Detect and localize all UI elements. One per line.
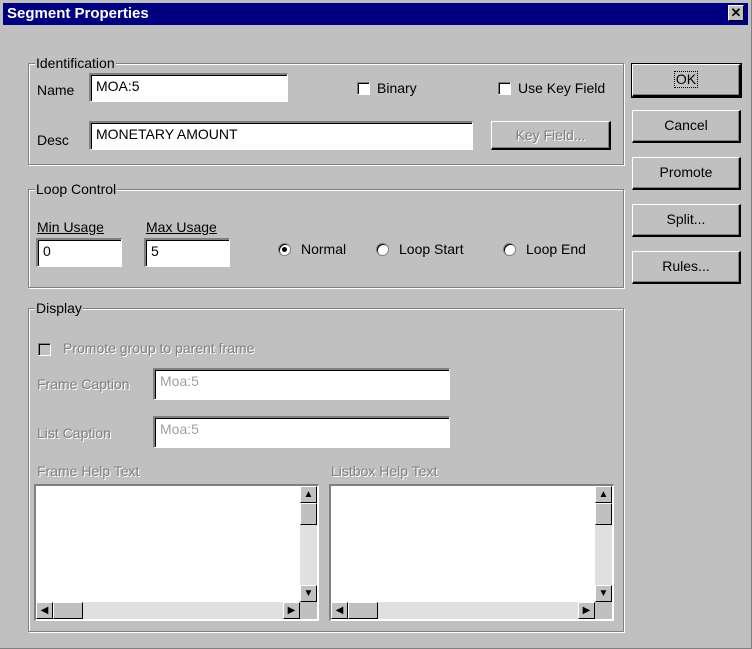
- listbox-help-vthumb[interactable]: [595, 503, 612, 525]
- radio-normal-label: Normal: [301, 241, 347, 257]
- listbox-help-vscroll[interactable]: ▲ ▼: [595, 486, 612, 602]
- cancel-button-label: Cancel: [664, 117, 708, 133]
- min-usage-field[interactable]: 0: [36, 238, 122, 267]
- split-button[interactable]: Split...: [632, 204, 741, 237]
- promote-button[interactable]: Promote: [632, 157, 741, 190]
- radio-loop-start-label: Loop Start: [399, 241, 464, 257]
- radio-loop-end[interactable]: [503, 243, 516, 256]
- frame-help-textarea[interactable]: ▲ ▼ ◀ ▶: [34, 484, 319, 621]
- max-usage-field[interactable]: 5: [144, 238, 230, 267]
- identification-legend: Identification: [35, 55, 116, 71]
- frame-help-scroll-corner: [300, 602, 317, 619]
- down-arrow-icon[interactable]: ▼: [300, 585, 317, 602]
- listbox-help-textarea[interactable]: ▲ ▼ ◀ ▶: [329, 484, 614, 621]
- use-key-field-label: Use Key Field: [518, 80, 606, 96]
- max-usage-label: Max Usage: [146, 219, 217, 235]
- frame-caption-label: Frame Caption: [37, 376, 130, 392]
- down-arrow-icon[interactable]: ▼: [595, 585, 612, 602]
- radio-loop-start[interactable]: [376, 243, 389, 256]
- radio-normal-dot: [282, 247, 287, 252]
- key-field-button[interactable]: Key Field...: [491, 121, 611, 150]
- key-field-button-label: Key Field...: [515, 127, 586, 143]
- close-icon: ✕: [730, 5, 742, 20]
- use-key-field-checkbox[interactable]: [498, 82, 511, 95]
- name-label: Name: [37, 82, 75, 98]
- promote-group-label: Promote group to parent frame: [63, 340, 255, 356]
- cancel-button[interactable]: Cancel: [632, 110, 741, 143]
- listbox-help-hscroll[interactable]: ◀ ▶: [331, 602, 595, 619]
- ok-button[interactable]: OK: [631, 63, 742, 98]
- frame-help-vscroll[interactable]: ▲ ▼: [300, 486, 317, 602]
- desc-label: Desc: [37, 132, 69, 148]
- binary-checkbox[interactable]: [357, 82, 370, 95]
- ok-button-label: OK: [673, 71, 699, 88]
- split-button-label: Split...: [666, 211, 706, 227]
- list-caption-field[interactable]: Moa:5: [153, 416, 450, 448]
- rules-button-label: Rules...: [662, 258, 710, 274]
- list-caption-label: List Caption: [37, 425, 111, 441]
- frame-help-label: Frame Help Text: [37, 463, 140, 479]
- loop-control-legend: Loop Control: [35, 181, 118, 197]
- rules-button[interactable]: Rules...: [632, 251, 741, 284]
- min-usage-label: Min Usage: [37, 219, 104, 235]
- frame-help-hthumb[interactable]: [53, 602, 83, 619]
- up-arrow-icon[interactable]: ▲: [300, 486, 317, 503]
- title-bar: Segment Properties ✕: [3, 3, 748, 25]
- radio-normal[interactable]: [278, 243, 291, 256]
- display-legend: Display: [35, 300, 83, 316]
- radio-loop-end-label: Loop End: [526, 241, 586, 257]
- listbox-help-scroll-corner: [595, 602, 612, 619]
- dialog-title: Segment Properties: [7, 5, 149, 22]
- frame-caption-field[interactable]: Moa:5: [153, 368, 450, 400]
- desc-field[interactable]: MONETARY AMOUNT: [89, 121, 473, 150]
- left-arrow-icon[interactable]: ◀: [331, 602, 348, 619]
- listbox-help-hthumb[interactable]: [348, 602, 378, 619]
- listbox-help-label: Listbox Help Text: [331, 463, 438, 479]
- promote-button-label: Promote: [659, 164, 713, 180]
- segment-properties-dialog: Segment Properties ✕ Identification Name…: [0, 0, 752, 649]
- frame-help-vthumb[interactable]: [300, 503, 317, 525]
- right-arrow-icon[interactable]: ▶: [283, 602, 300, 619]
- left-arrow-icon[interactable]: ◀: [36, 602, 53, 619]
- name-field[interactable]: MOA:5: [89, 73, 288, 102]
- close-button[interactable]: ✕: [728, 5, 744, 21]
- frame-help-hscroll[interactable]: ◀ ▶: [36, 602, 300, 619]
- up-arrow-icon[interactable]: ▲: [595, 486, 612, 503]
- right-arrow-icon[interactable]: ▶: [578, 602, 595, 619]
- promote-group-checkbox[interactable]: [38, 343, 51, 356]
- binary-label: Binary: [377, 80, 417, 96]
